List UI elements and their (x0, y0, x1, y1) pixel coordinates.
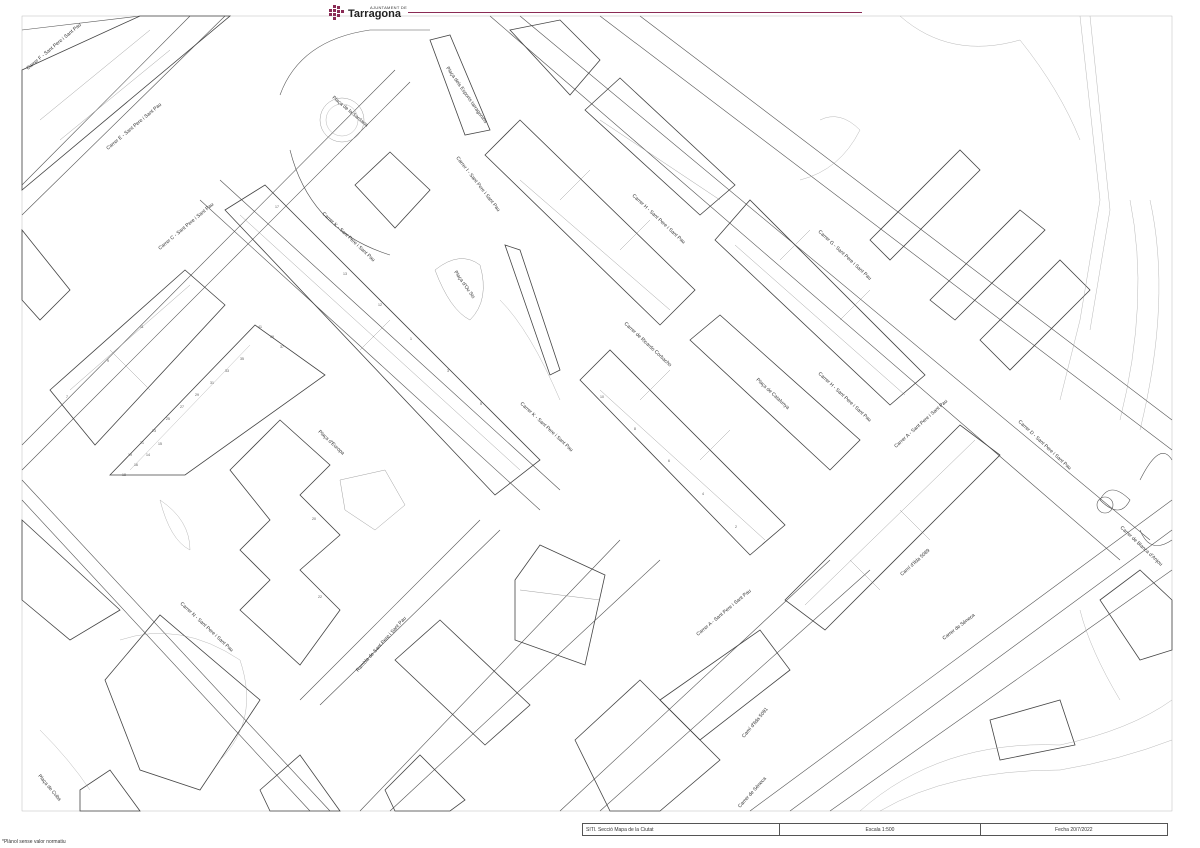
street-label: Carrer H - Sant Pere i Sant Pau (817, 371, 873, 423)
street-label: Plaça de Catalunya (755, 377, 791, 411)
house-number: 10 (600, 395, 604, 399)
tarragona-emblem-icon (329, 5, 344, 20)
street-label: Carrer K - Sant Pere i Sant Pau (321, 211, 376, 263)
house-number: 12 (378, 303, 382, 307)
house-number: 15 (158, 442, 162, 446)
street-label: Carrer N - Sant Pere i Sant Pau (179, 601, 235, 653)
house-number: 11 (140, 325, 144, 329)
city-map[interactable]: Carrer F - Sant Pere i Sant Pau Carrer E… (0, 0, 1200, 848)
house-number: 23 (152, 429, 156, 433)
house-number: 37 (280, 345, 284, 349)
terrain-lines (39, 15, 1173, 812)
street-labels: Carrer F - Sant Pere i Sant Pau Carrer E… (25, 22, 1163, 809)
disclaimer: *Plànol sense valor normatiu (2, 839, 66, 845)
street-label: Carrer A - Sant Pere i Sant Pau (695, 588, 752, 637)
header-rule (408, 12, 862, 13)
house-number: 17 (275, 205, 279, 209)
house-number: 6 (668, 459, 670, 463)
street-label: Carrer C - Sant Pere i Sant Pau (157, 202, 215, 252)
house-number: 16 (134, 463, 138, 467)
logo-title: Tarragona (348, 8, 401, 20)
house-number: 4 (702, 492, 704, 496)
street-label: Carrer A - Sant Pere i Sant Pau (893, 398, 949, 449)
house-numbers: 17 13 11 12 9 7 5 3 1 41 39 37 35 33 31 … (66, 205, 737, 599)
house-number: 2 (735, 525, 737, 529)
street-label: Camí d'Ilda 5089 (899, 548, 931, 578)
house-number: 33 (225, 369, 229, 373)
house-number: 8 (634, 427, 636, 431)
street-label: Plaça d'Ou Sis (452, 270, 476, 301)
house-number: 19 (128, 453, 132, 457)
street-label: Carrer de Sèneca (942, 612, 977, 641)
street-label: Plaça de la Sardana (331, 95, 370, 129)
street-label: Carrer de Blanca d'Anjou (1119, 525, 1164, 568)
house-number: 25 (166, 417, 170, 421)
road-network (21, 15, 1173, 812)
house-number: 13 (343, 272, 347, 276)
house-number: 14 (146, 453, 150, 457)
footer-date: Fecha 20/7/2022 (1055, 826, 1093, 833)
street-label: Plaça de Cuba (36, 773, 62, 802)
house-number: 31 (210, 381, 214, 385)
house-number: 9 (107, 359, 109, 363)
street-label: Carrer F - Sant Pere i Sant Pau (25, 22, 82, 72)
footer-scale: Escala 1:500 (780, 824, 981, 835)
street-label: Carrer H - Sant Pere i Sant Pau (631, 193, 687, 245)
house-number: 20 (312, 517, 316, 521)
house-number: 1 (410, 337, 412, 341)
city-logo: AJUNTAMENT DE Tarragona (328, 4, 407, 22)
street-label: Carrer de Ricardo Corbacho (623, 321, 673, 368)
street-label: Camí d'Ilda 5091 (741, 706, 770, 739)
street-label: Carrer E - Sant Pere i Sant Pau (105, 102, 163, 152)
house-number: 22 (318, 595, 322, 599)
house-number: 39 (270, 335, 274, 339)
house-number: 21 (140, 441, 144, 445)
house-number: 18 (122, 473, 126, 477)
street-label: Carrer D - Sant Pere i Sant Pau (1017, 419, 1073, 471)
house-number: 3 (447, 369, 449, 373)
house-number: 29 (195, 393, 199, 397)
house-number: 27 (180, 405, 184, 409)
footer-source: SITI. Secció Mapa de la Ciutat (583, 824, 781, 835)
street-label: Carrer G - Sant Pere i Sant Pau (817, 229, 873, 282)
house-number: 41 (258, 325, 262, 329)
house-number: 7 (66, 395, 68, 399)
house-number: 35 (240, 357, 244, 361)
street-label: Carrer K - Sant Pere i Sant Pau (519, 401, 574, 453)
house-number: 5 (480, 402, 482, 406)
street-label: Plaça d'Europa (317, 429, 346, 457)
map-footer: SITI. Secció Mapa de la Ciutat Escala 1:… (582, 823, 1168, 836)
street-label: Carrer de Sèneca (737, 776, 768, 810)
